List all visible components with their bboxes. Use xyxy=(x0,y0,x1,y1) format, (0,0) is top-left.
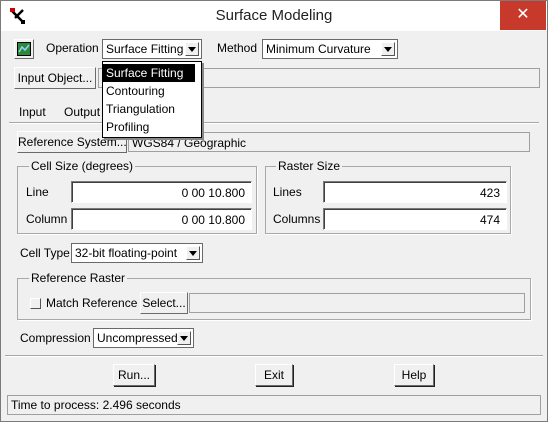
help-button[interactable]: Help xyxy=(394,364,434,386)
input-object-button[interactable]: Input Object... xyxy=(14,67,96,89)
lines-label: Lines xyxy=(273,185,302,199)
close-button[interactable]: ✕ xyxy=(500,1,546,30)
dropdown-item-surface-fitting[interactable]: Surface Fitting xyxy=(103,64,195,82)
compression-value: Uncompressed xyxy=(97,331,178,345)
method-label: Method xyxy=(217,41,258,55)
window-title: Surface Modeling xyxy=(215,7,333,24)
operation-label: Operation xyxy=(46,41,99,55)
chevron-down-icon xyxy=(381,42,395,56)
cell-type-value: 32-bit floating-point xyxy=(75,246,178,260)
line-label: Line xyxy=(26,185,49,199)
chevron-down-icon xyxy=(177,331,191,345)
match-reference-checkbox[interactable] xyxy=(30,298,41,309)
column-label: Column xyxy=(26,212,68,226)
reference-select-button[interactable]: Select... xyxy=(140,292,188,314)
compression-label: Compression xyxy=(20,331,91,345)
chevron-down-icon xyxy=(185,42,199,56)
close-icon: ✕ xyxy=(516,6,530,23)
reference-raster-title: Reference Raster xyxy=(29,271,128,285)
cell-column-input[interactable]: 0 00 10.800 xyxy=(71,208,252,230)
reference-raster-field xyxy=(189,293,525,313)
tab-input[interactable]: Input xyxy=(19,105,46,119)
method-value: Minimum Curvature xyxy=(266,42,371,56)
tab-divider xyxy=(9,122,539,124)
run-button[interactable]: Run... xyxy=(113,364,155,386)
match-reference-label: Match Reference xyxy=(46,296,138,310)
operation-value: Surface Fitting xyxy=(106,42,184,56)
exit-button[interactable]: Exit xyxy=(255,364,293,386)
surface-tool-button[interactable] xyxy=(14,39,34,59)
compression-select[interactable]: Uncompressed xyxy=(93,328,194,348)
chevron-down-icon xyxy=(186,246,200,260)
cell-type-select[interactable]: 32-bit floating-point xyxy=(71,243,203,263)
dropdown-item-profiling[interactable]: Profiling xyxy=(103,118,201,136)
cell-size-title: Cell Size (degrees) xyxy=(29,159,136,173)
title-bar: Surface Modeling ✕ xyxy=(1,1,547,31)
surface-modeling-window: Surface Modeling ✕ Operation Surface Fit… xyxy=(0,0,548,422)
operation-select[interactable]: Surface Fitting xyxy=(102,39,202,59)
method-select[interactable]: Minimum Curvature xyxy=(262,39,398,59)
cell-line-input[interactable]: 0 00 10.800 xyxy=(71,181,252,203)
dropdown-item-triangulation[interactable]: Triangulation xyxy=(103,100,201,118)
raster-lines-input[interactable]: 423 xyxy=(323,181,507,203)
cell-type-label: Cell Type xyxy=(20,246,70,260)
surface-tool-icon xyxy=(17,42,31,56)
raster-size-title: Raster Size xyxy=(276,159,343,173)
operation-dropdown-list: Surface Fitting Contouring Triangulation… xyxy=(102,61,202,138)
button-divider xyxy=(5,355,543,357)
raster-columns-input[interactable]: 474 xyxy=(323,208,507,230)
status-bar: Time to process: 2.496 seconds xyxy=(7,395,541,415)
columns-label: Columns xyxy=(273,212,321,226)
dropdown-item-contouring[interactable]: Contouring xyxy=(103,82,201,100)
tab-output[interactable]: Output xyxy=(64,105,100,119)
